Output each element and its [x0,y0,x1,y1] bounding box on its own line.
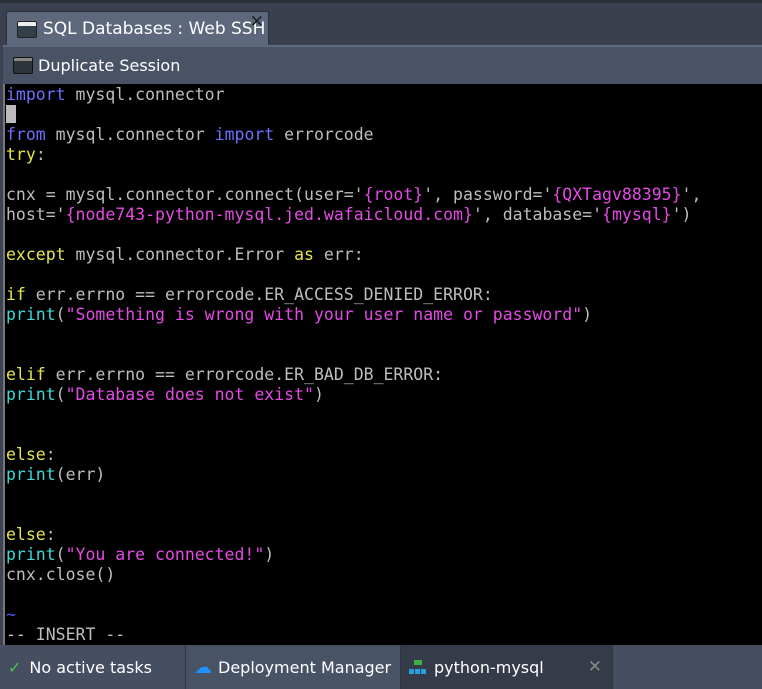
code-token: import [6,85,66,104]
code-token: import [214,125,275,144]
code-token: mysql.connector [65,85,225,104]
code-token: ') [671,205,692,224]
code-line: host='{node743-python-mysql.jed.wafaiclo… [6,204,762,224]
code-token: elif [6,365,46,384]
code-token: errorcode [274,125,374,144]
code-line: cnx = mysql.connector.connect(user='{roo… [6,184,762,204]
code-token: mysql.connector.Error [65,245,295,264]
code-token: {mysql} [602,205,672,224]
code-token: -- INSERT -- [6,625,126,644]
code-token: ( [55,305,66,324]
close-tab-icon[interactable]: ✕ [250,12,264,32]
code-token: if [6,285,26,304]
code-token: cnx = mysql.connector.connect(user=' [6,185,364,204]
code-line: else: [6,524,762,544]
code-token: : [45,525,56,544]
code-token: as [294,245,314,264]
code-token: cnx.close() [6,565,116,584]
code-token: from [6,125,46,144]
tab-web-ssh[interactable]: SQL Databases : Web SSH ✕ [6,11,269,46]
close-environment-icon[interactable]: ✕ [588,657,602,677]
deployment-manager-label: Deployment Manager [218,657,392,677]
code-token: print [6,305,56,324]
code-token: {QXTagv88395} [552,185,682,204]
environment-label: python-mysql [434,657,544,677]
code-token: err.errno == errorcode.ER_BAD_DB_ERROR: [45,365,444,384]
duplicate-session-label: Duplicate Session [38,56,181,75]
code-token: ( [55,545,66,564]
environment-tab[interactable]: python-mysql ✕ [401,645,613,689]
code-token: ) [582,305,593,324]
text-cursor [6,105,16,123]
status-bar: ✓ No active tasks ☁ Deployment Manager p… [0,645,762,689]
code-line: try: [6,144,762,164]
code-line: from mysql.connector import errorcode [6,124,762,144]
code-token: {node743-python-mysql.jed.wafaicloud.com… [65,205,473,224]
code-token: ) [264,545,275,564]
code-token: (err) [55,465,106,484]
environment-topology-icon [409,660,427,674]
terminal-icon [13,57,33,74]
check-icon: ✓ [8,657,22,677]
code-line [6,104,762,124]
code-token: : [45,445,56,464]
deployment-manager-button[interactable]: ☁ Deployment Manager [186,645,401,689]
code-token: else [6,445,46,464]
code-token: ~ [6,605,16,624]
code-line: import mysql.connector [6,84,762,104]
code-token: print [6,545,56,564]
code-token: host=' [6,205,66,224]
code-token: {root} [363,185,424,204]
code-token: : [35,145,46,164]
code-token: print [6,465,56,484]
terminal-editor[interactable]: import mysql.connector from mysql.connect… [3,84,762,645]
code-token: "Something is wrong with your user name … [65,305,583,324]
tasks-indicator[interactable]: ✓ No active tasks [0,645,186,689]
code-line: else: [6,444,762,464]
toolbar: Duplicate Session [3,45,762,84]
code-token: ( [55,385,66,404]
code-line: if err.errno == errorcode.ER_ACCESS_DENI… [6,284,762,304]
code-line: except mysql.connector.Error as err: [6,244,762,264]
code-token: "Database does not exist" [65,385,314,404]
code-line: print("You are connected!") [6,544,762,564]
code-token: err: [313,245,364,264]
duplicate-session-button[interactable]: Duplicate Session [13,56,180,75]
code-line: cnx.close() [6,564,762,584]
tab-title: SQL Databases : Web SSH [43,19,266,39]
code-token: "You are connected!" [65,545,265,564]
code-line: -- INSERT -- [6,624,762,644]
code-line: print("Database does not exist") [6,384,762,404]
tasks-label: No active tasks [29,657,152,677]
code-token: ', database=' [472,205,603,224]
code-token: mysql.connector [45,125,215,144]
cloud-upload-icon: ☁ [194,656,212,678]
code-token: ', password=' [423,185,553,204]
code-token: except [6,245,66,264]
code-line: print("Something is wrong with your user… [6,304,762,324]
code-token: ) [313,385,324,404]
code-token: err.errno == errorcode.ER_ACCESS_DENIED_… [25,285,493,304]
terminal-icon [17,20,37,38]
code-token: ', [681,185,702,204]
code-line: elif err.errno == errorcode.ER_BAD_DB_ER… [6,364,762,384]
code-token: else [6,525,46,544]
code-token: try [6,145,36,164]
code-token: print [6,385,56,404]
code-line: ~ [6,604,762,624]
code-line: print(err) [6,464,762,484]
